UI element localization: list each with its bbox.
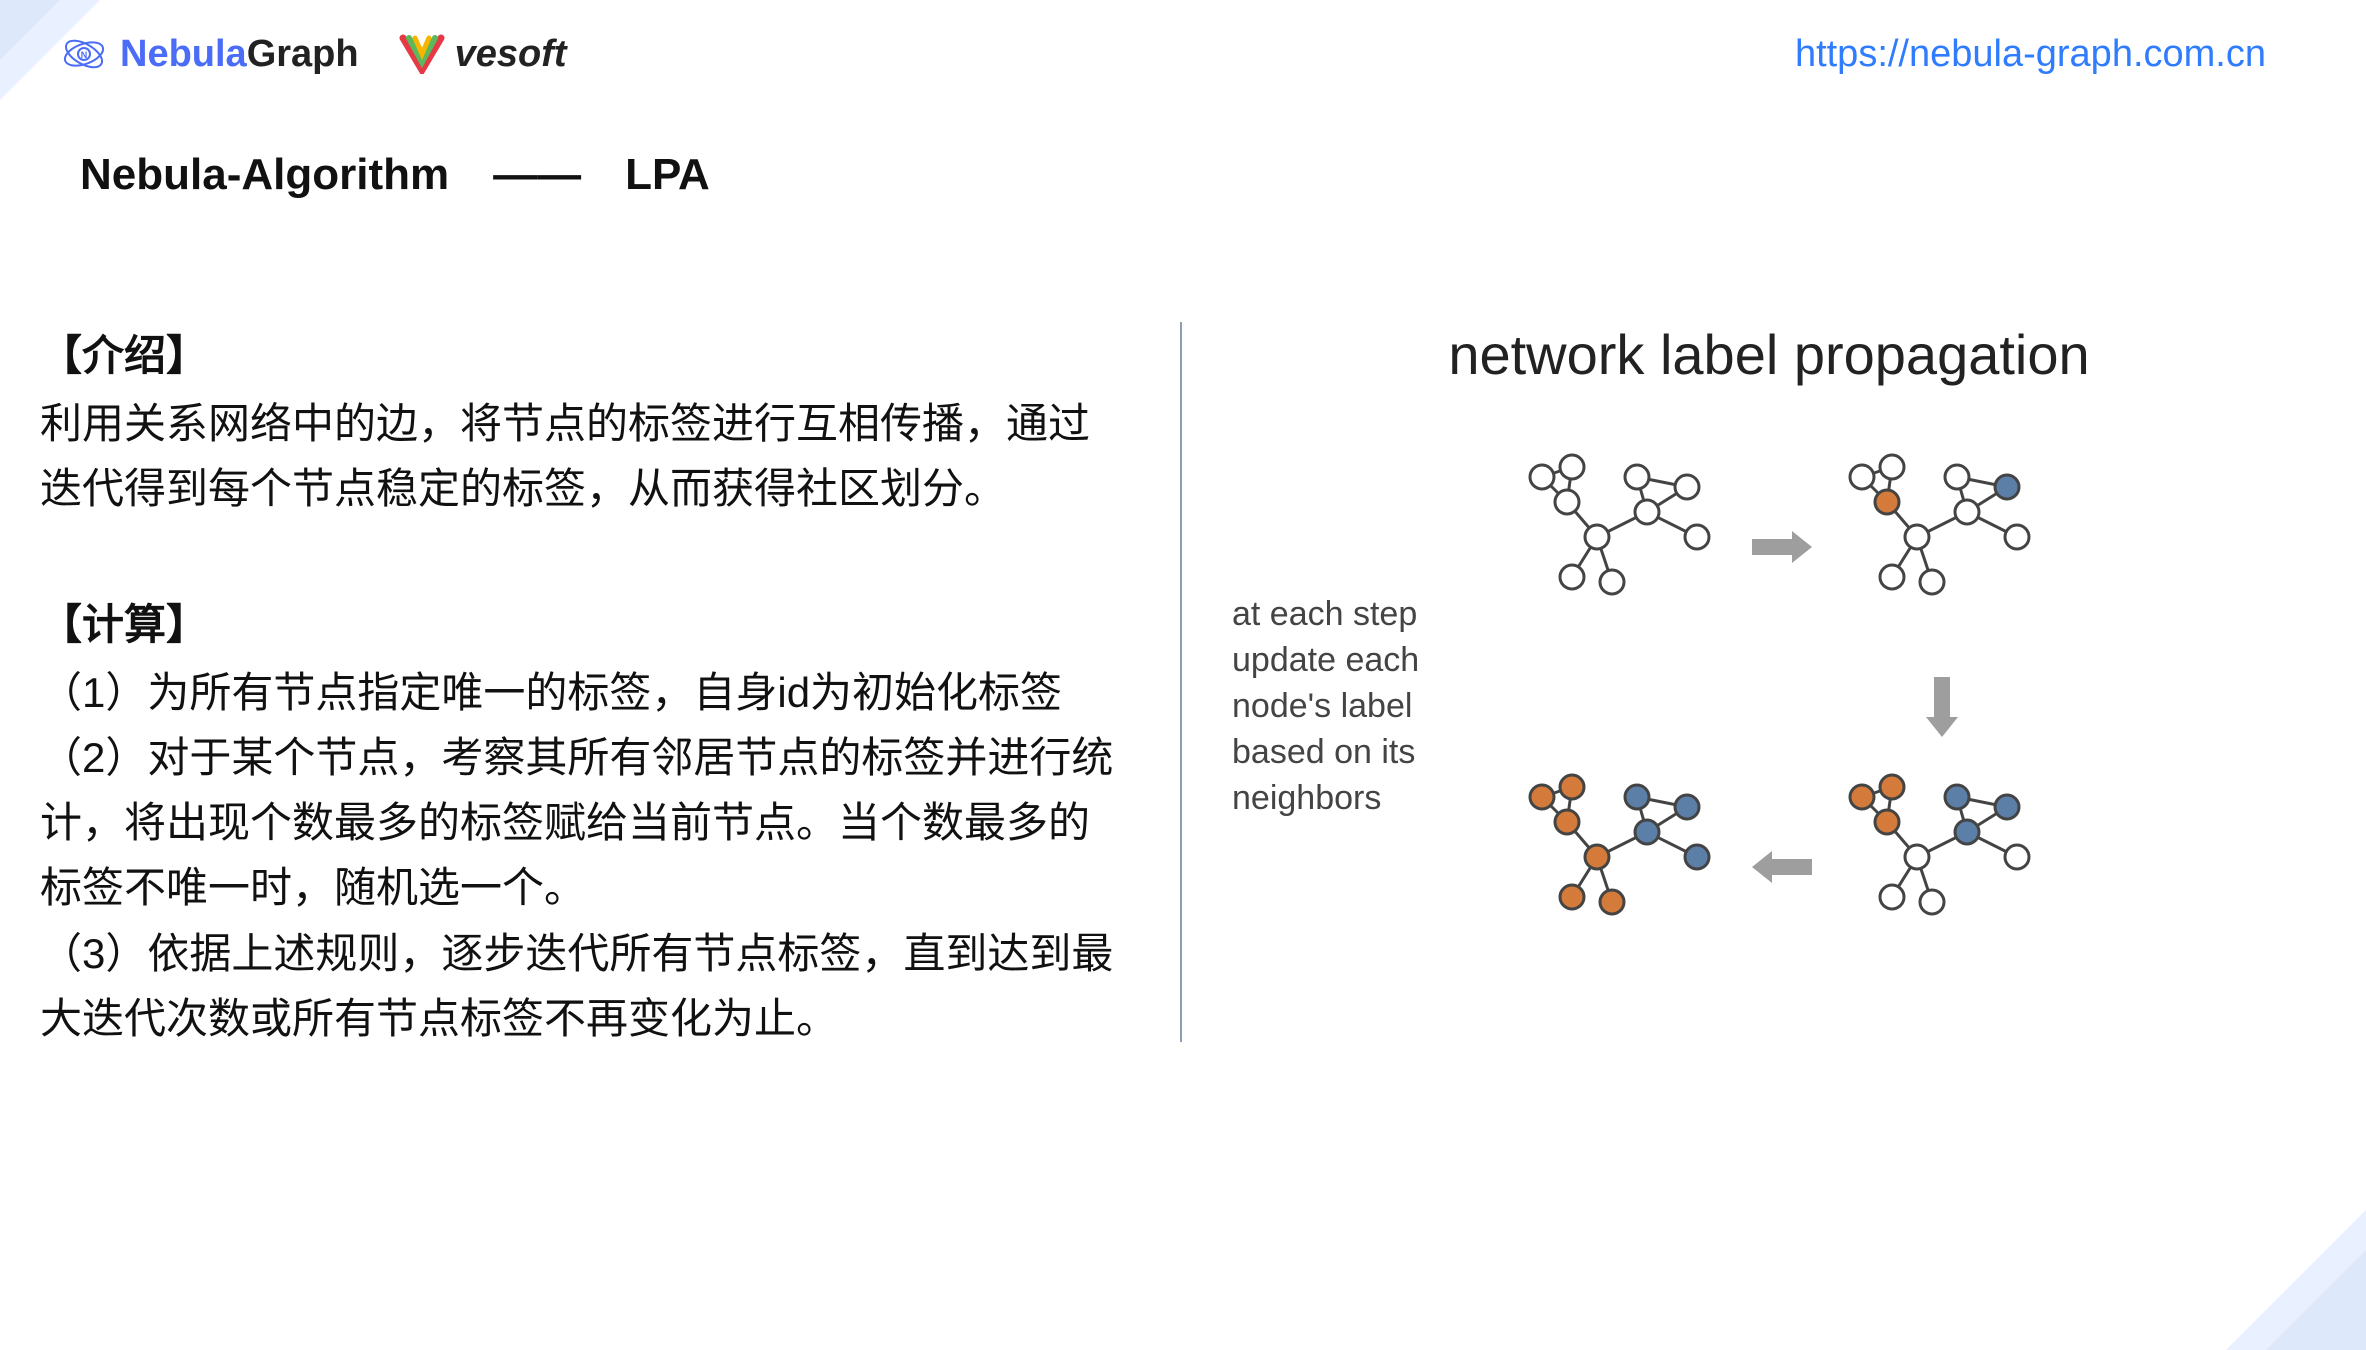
calc-step-2: （2）对于某个节点，考察其所有邻居节点的标签并进行统计，将出现个数最多的标签赋给… xyxy=(40,725,1120,920)
corner-decoration-br xyxy=(2226,1170,2366,1350)
intro-heading: 【介绍】 xyxy=(40,322,1120,383)
diagram-caption: at each step update each node's label ba… xyxy=(1232,592,1472,821)
diagram-row: at each step update each node's label ba… xyxy=(1232,437,2306,977)
caption-line: at each step xyxy=(1232,595,1417,633)
graph-step-1 xyxy=(1512,447,1732,647)
url-link[interactable]: https://nebula-graph.com.cn xyxy=(1795,33,2266,76)
logo-group: N NebulaGraph vesoft xyxy=(60,30,567,78)
graph-step-4 xyxy=(1512,767,1732,967)
calc-heading: 【计算】 xyxy=(40,591,1120,652)
caption-line: based on its xyxy=(1232,733,1415,771)
caption-line: neighbors xyxy=(1232,779,1381,817)
nebula-logo-text: NebulaGraph xyxy=(120,33,359,76)
page-title: Nebula-Algorithm —— LPA xyxy=(0,88,2366,202)
nebula-graph-logo: N NebulaGraph xyxy=(60,30,359,78)
content: 【介绍】 利用关系网络中的边，将节点的标签进行互相传播，通过迭代得到每个节点稳定… xyxy=(0,202,2366,1051)
calc-step-1: （1）为所有节点指定唯一的标签，自身id为初始化标签 xyxy=(40,660,1120,725)
caption-line: update each xyxy=(1232,641,1419,679)
vesoft-logo: vesoft xyxy=(399,33,567,76)
nebula-icon: N xyxy=(60,30,108,78)
arrow-right-icon xyxy=(1747,527,1817,567)
vertical-divider xyxy=(1180,322,1182,1042)
arrow-down-icon xyxy=(1922,672,1962,742)
arrow-left-icon xyxy=(1747,847,1817,887)
graph-step-3 xyxy=(1832,767,2052,967)
vesoft-icon xyxy=(399,34,445,74)
right-column: network label propagation at each step u… xyxy=(1202,322,2306,1051)
vesoft-logo-text: vesoft xyxy=(455,33,567,76)
diagram-grid xyxy=(1512,437,2306,977)
graph-step-2 xyxy=(1832,447,2052,647)
calc-step-3: （3）依据上述规则，逐步迭代所有节点标签，直到达到最大迭代次数或所有节点标签不再… xyxy=(40,921,1120,1051)
diagram-title: network label propagation xyxy=(1232,322,2306,387)
left-column: 【介绍】 利用关系网络中的边，将节点的标签进行互相传播，通过迭代得到每个节点稳定… xyxy=(40,322,1160,1051)
svg-text:N: N xyxy=(81,50,88,60)
caption-line: node's label xyxy=(1232,687,1412,725)
intro-body: 利用关系网络中的边，将节点的标签进行互相传播，通过迭代得到每个节点稳定的标签，从… xyxy=(40,391,1120,521)
header: N NebulaGraph vesoft https://nebula-grap… xyxy=(0,0,2366,88)
